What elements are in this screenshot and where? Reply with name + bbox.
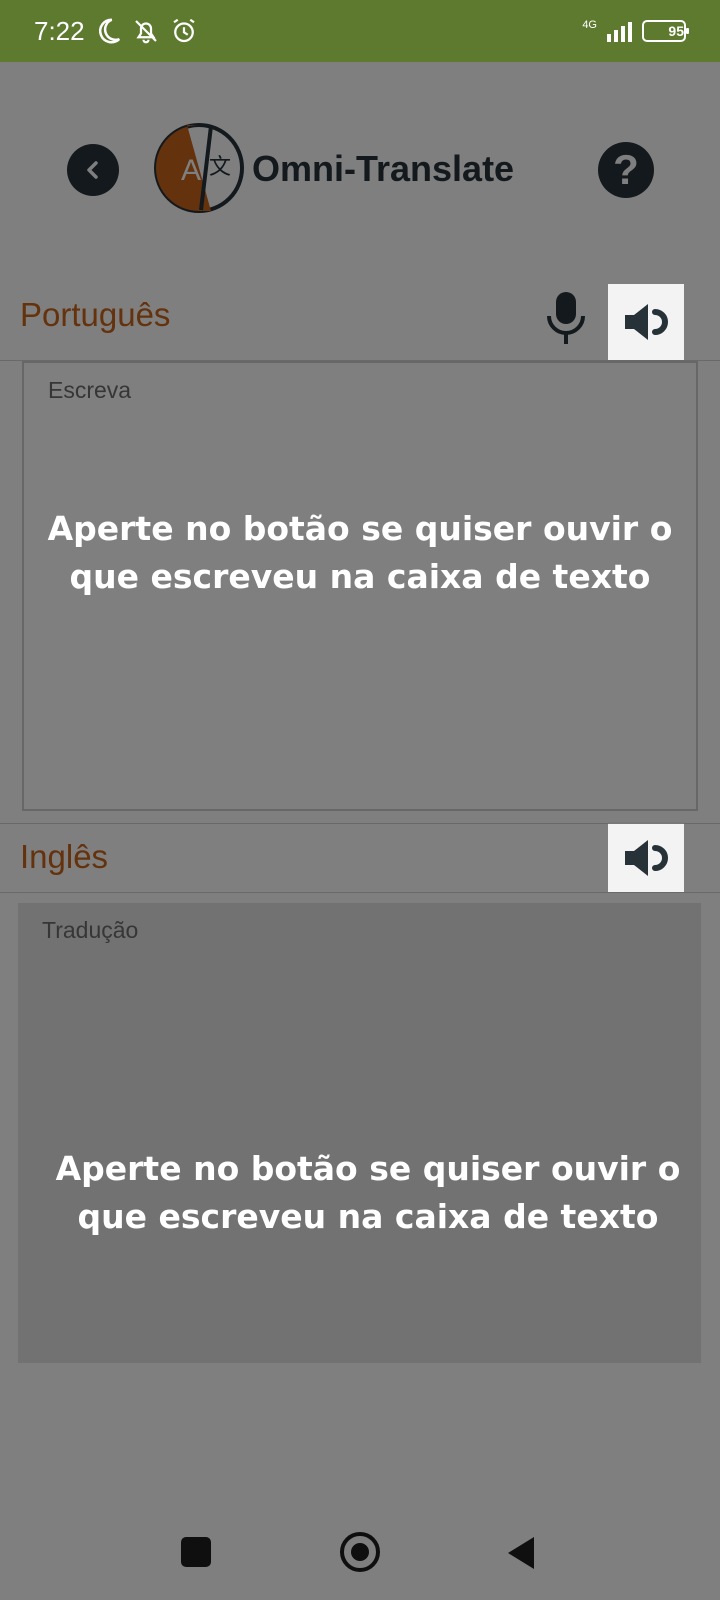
status-bar: 7:22 4G 95 [0, 0, 720, 62]
battery-icon: 95 [642, 20, 689, 42]
moon-icon [93, 16, 123, 46]
status-time: 7:22 [34, 15, 85, 46]
signal-icon [607, 20, 632, 42]
bell-off-icon [131, 16, 161, 46]
speaker-icon [625, 840, 668, 876]
highlighted-target-speak-button[interactable] [608, 824, 684, 892]
tutorial-hint-source: Aperte no botão se quiser ouvir o que es… [47, 509, 673, 596]
status-left: 7:22 [34, 16, 199, 47]
network-type: 4G [582, 18, 597, 31]
speaker-icon [625, 304, 668, 340]
highlighted-source-speak-button[interactable] [608, 284, 684, 360]
battery-level: 95 [668, 23, 684, 39]
status-right: 4G 95 [582, 18, 689, 42]
tutorial-hint-target: Aperte no botão se quiser ouvir o que es… [55, 1149, 681, 1236]
alarm-icon [169, 16, 199, 46]
